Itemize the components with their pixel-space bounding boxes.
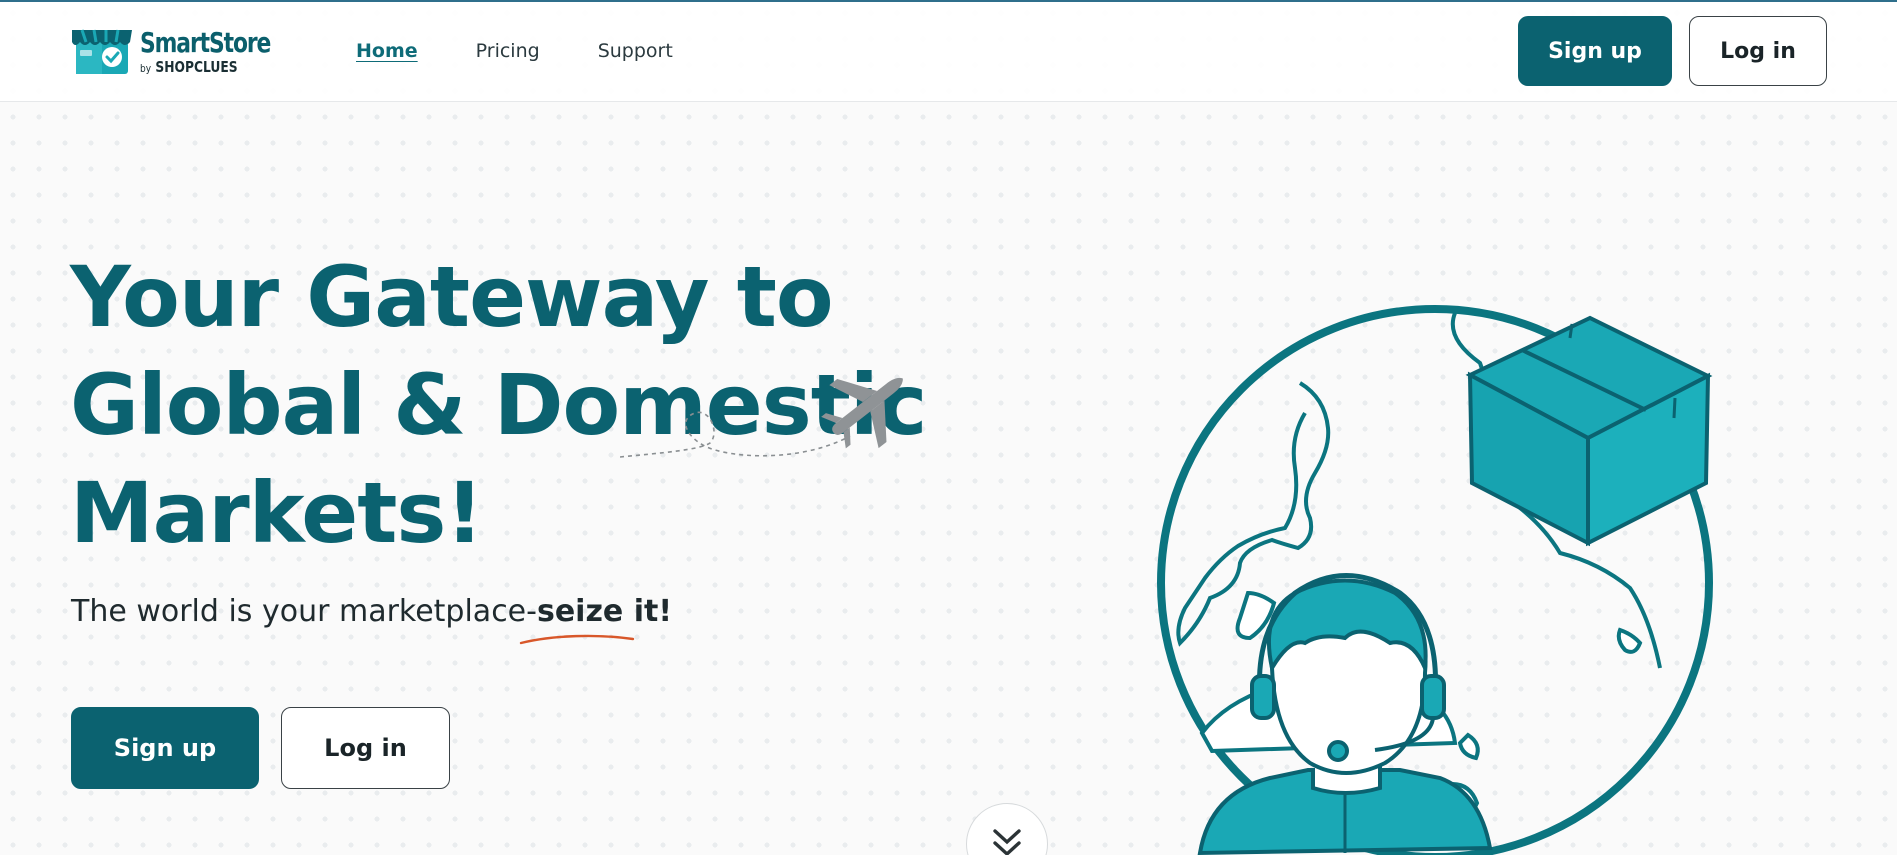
airplane-icon: [620, 377, 903, 458]
hero-signup-button[interactable]: Sign up: [71, 707, 259, 789]
hero-login-button[interactable]: Log in: [281, 707, 450, 789]
tagline-prefix: The world is your marketplace-: [71, 594, 537, 629]
hero-title-line-3: Markets!: [70, 464, 484, 562]
hero-section: Your Gateway to Global & Domestic Market…: [0, 103, 1897, 855]
nav-item-support[interactable]: Support: [598, 40, 673, 62]
brand-sub-name: SHOPCLUES: [155, 58, 238, 76]
nav-item-home[interactable]: Home: [356, 40, 418, 62]
main-nav: Home Pricing Support: [356, 40, 673, 62]
globe-support-illustration: [1157, 305, 1713, 855]
header-signup-button[interactable]: Sign up: [1518, 16, 1672, 86]
underline-swoosh: [519, 634, 635, 645]
double-chevron-down-icon: [993, 829, 1021, 855]
top-accent-line: [0, 0, 1897, 2]
storefront-check-icon: [72, 29, 132, 74]
brand-by: by: [140, 62, 152, 75]
tagline-emphasis: seize it!: [536, 594, 673, 629]
nav-item-pricing[interactable]: Pricing: [476, 40, 540, 62]
site-header: SmartStore by SHOPCLUES Home Pricing Sup…: [0, 2, 1897, 102]
header-login-button[interactable]: Log in: [1689, 16, 1827, 86]
scroll-down-button[interactable]: [966, 803, 1048, 855]
brand-sub: by SHOPCLUES: [140, 58, 238, 76]
hero-tagline: The world is your marketplace-seize it!: [71, 594, 672, 629]
brand-logo[interactable]: SmartStore by SHOPCLUES: [70, 24, 295, 80]
brand-name: SmartStore: [140, 26, 271, 59]
